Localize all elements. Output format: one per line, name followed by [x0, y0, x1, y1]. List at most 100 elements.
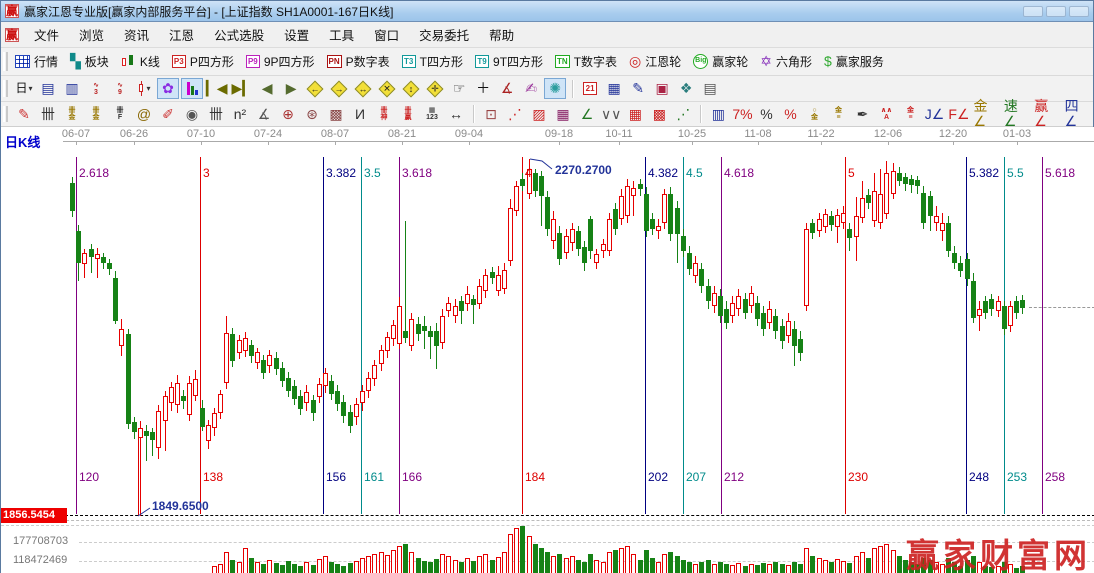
candlestick[interactable]: [792, 329, 797, 346]
candlestick[interactable]: [329, 381, 334, 394]
web-square-button[interactable]: ▩: [325, 104, 347, 125]
hexagon-button[interactable]: ✡六角形: [760, 53, 812, 70]
candlestick[interactable]: [354, 404, 359, 417]
gold-circle-button[interactable]: ○金: [803, 104, 825, 125]
candlestick[interactable]: [237, 340, 242, 353]
candlestick[interactable]: [817, 219, 822, 231]
candlestick[interactable]: [619, 196, 624, 219]
candlestick[interactable]: [372, 365, 377, 379]
candlestick[interactable]: [465, 294, 470, 304]
web-box-button[interactable]: ▦: [552, 104, 574, 125]
candlestick[interactable]: [736, 296, 741, 309]
candlestick[interactable]: [835, 215, 840, 227]
candlestick[interactable]: [743, 299, 748, 313]
candlestick[interactable]: [311, 400, 316, 413]
candlestick[interactable]: [860, 198, 865, 218]
candlestick[interactable]: [70, 183, 75, 211]
gann-wheel-button[interactable]: ◎江恩轮: [629, 53, 681, 70]
candlestick[interactable]: [613, 209, 618, 229]
spider-web-button[interactable]: ⊛: [301, 104, 323, 125]
candlestick[interactable]: [496, 275, 501, 291]
draw-pen-button[interactable]: ✎: [13, 104, 35, 125]
menu-item-file[interactable]: 文件: [24, 25, 69, 44]
candlestick[interactable]: [341, 402, 346, 416]
wave-a-button[interactable]: ∧∧A: [875, 104, 897, 125]
gann-time-line[interactable]: [361, 157, 362, 514]
f-angle-button[interactable]: F∠: [947, 104, 970, 125]
candlestick[interactable]: [101, 257, 106, 263]
gann-time-line[interactable]: [200, 157, 201, 514]
candlestick[interactable]: [557, 233, 562, 259]
candlestick[interactable]: [323, 373, 328, 386]
menu-item-settings[interactable]: 设置: [274, 25, 319, 44]
candlestick[interactable]: [755, 303, 760, 319]
candlestick[interactable]: [533, 173, 538, 191]
candlestick[interactable]: [687, 253, 692, 269]
candlestick[interactable]: [718, 296, 723, 316]
window-layout-button[interactable]: ▤: [37, 78, 59, 99]
gold-angle-button[interactable]: 金∠: [972, 104, 1000, 125]
grid-123-button[interactable]: ▦123: [421, 104, 443, 125]
candlestick[interactable]: [823, 214, 828, 227]
win-angle-button[interactable]: 赢∠: [1033, 104, 1061, 125]
percent-line-button[interactable]: %: [779, 104, 801, 125]
info-panel-button[interactable]: ▥: [61, 78, 83, 99]
marker-pen-button[interactable]: ✐: [157, 104, 179, 125]
menu-item-trade-entrust[interactable]: 交易委托: [409, 25, 479, 44]
candlestick[interactable]: [804, 229, 809, 306]
candlestick[interactable]: [767, 309, 772, 323]
candlestick[interactable]: [1008, 306, 1013, 326]
candlestick[interactable]: [76, 231, 81, 263]
candlestick[interactable]: [230, 334, 235, 361]
region-select-button[interactable]: ✍: [520, 78, 542, 99]
candlestick[interactable]: [126, 334, 131, 424]
gold-fence-2-button[interactable]: 卌金: [85, 104, 107, 125]
close-button[interactable]: [1069, 6, 1089, 17]
candlestick[interactable]: [909, 179, 914, 185]
fence-plain-button[interactable]: 卌: [205, 104, 227, 125]
scale-tool-button[interactable]: ▥: [707, 104, 729, 125]
candlestick[interactable]: [397, 306, 402, 344]
candlestick[interactable]: [187, 383, 192, 415]
candlestick[interactable]: [335, 391, 340, 404]
candlestick[interactable]: [631, 188, 636, 196]
angle-lines-button[interactable]: ∠: [576, 104, 598, 125]
candlestick[interactable]: [200, 408, 205, 427]
expand-vertical-button[interactable]: ↕: [400, 78, 422, 99]
candlestick[interactable]: [286, 378, 291, 391]
candlestick[interactable]: [1020, 300, 1025, 308]
9p-square-button[interactable]: P99P四方形: [246, 53, 315, 70]
candlestick[interactable]: [267, 355, 272, 366]
candlestick[interactable]: [113, 278, 118, 321]
candlestick[interactable]: [274, 358, 279, 369]
toolbar-grip[interactable]: [3, 52, 8, 71]
gann-time-line[interactable]: [522, 157, 523, 514]
candlestick[interactable]: [360, 391, 365, 403]
candlestick[interactable]: [298, 396, 303, 409]
candlestick[interactable]: [878, 194, 883, 223]
candlestick[interactable]: [551, 219, 556, 241]
candlestick[interactable]: [607, 219, 612, 251]
candlestick[interactable]: [897, 173, 902, 181]
chart-area[interactable]: 日K线 06-0706-2607-1007-2408-0708-2109-040…: [1, 127, 1094, 573]
candlestick[interactable]: [780, 326, 785, 341]
width-arrows-button[interactable]: ↔: [445, 104, 467, 125]
candlestick[interactable]: [761, 313, 766, 329]
candlestick[interactable]: [810, 223, 815, 233]
candlestick[interactable]: [601, 244, 606, 251]
time-circle-button[interactable]: ◉: [181, 104, 203, 125]
spiral-button[interactable]: @: [133, 104, 155, 125]
candlestick[interactable]: [545, 197, 550, 229]
last-page-button[interactable]: ▶▎: [231, 78, 255, 99]
candlestick[interactable]: [144, 431, 149, 436]
candlestick[interactable]: [132, 422, 137, 432]
candlestick[interactable]: [403, 331, 408, 338]
turning-pen-button[interactable]: ✒: [851, 104, 873, 125]
fence-button[interactable]: 卌: [37, 104, 59, 125]
ma-3-button[interactable]: ∿3: [85, 78, 107, 99]
candlestick[interactable]: [514, 186, 519, 211]
menu-item-browse[interactable]: 浏览: [69, 25, 114, 44]
gann-shape-button[interactable]: ✿: [157, 78, 179, 99]
candlestick[interactable]: [650, 219, 655, 229]
candlestick[interactable]: [668, 194, 673, 234]
